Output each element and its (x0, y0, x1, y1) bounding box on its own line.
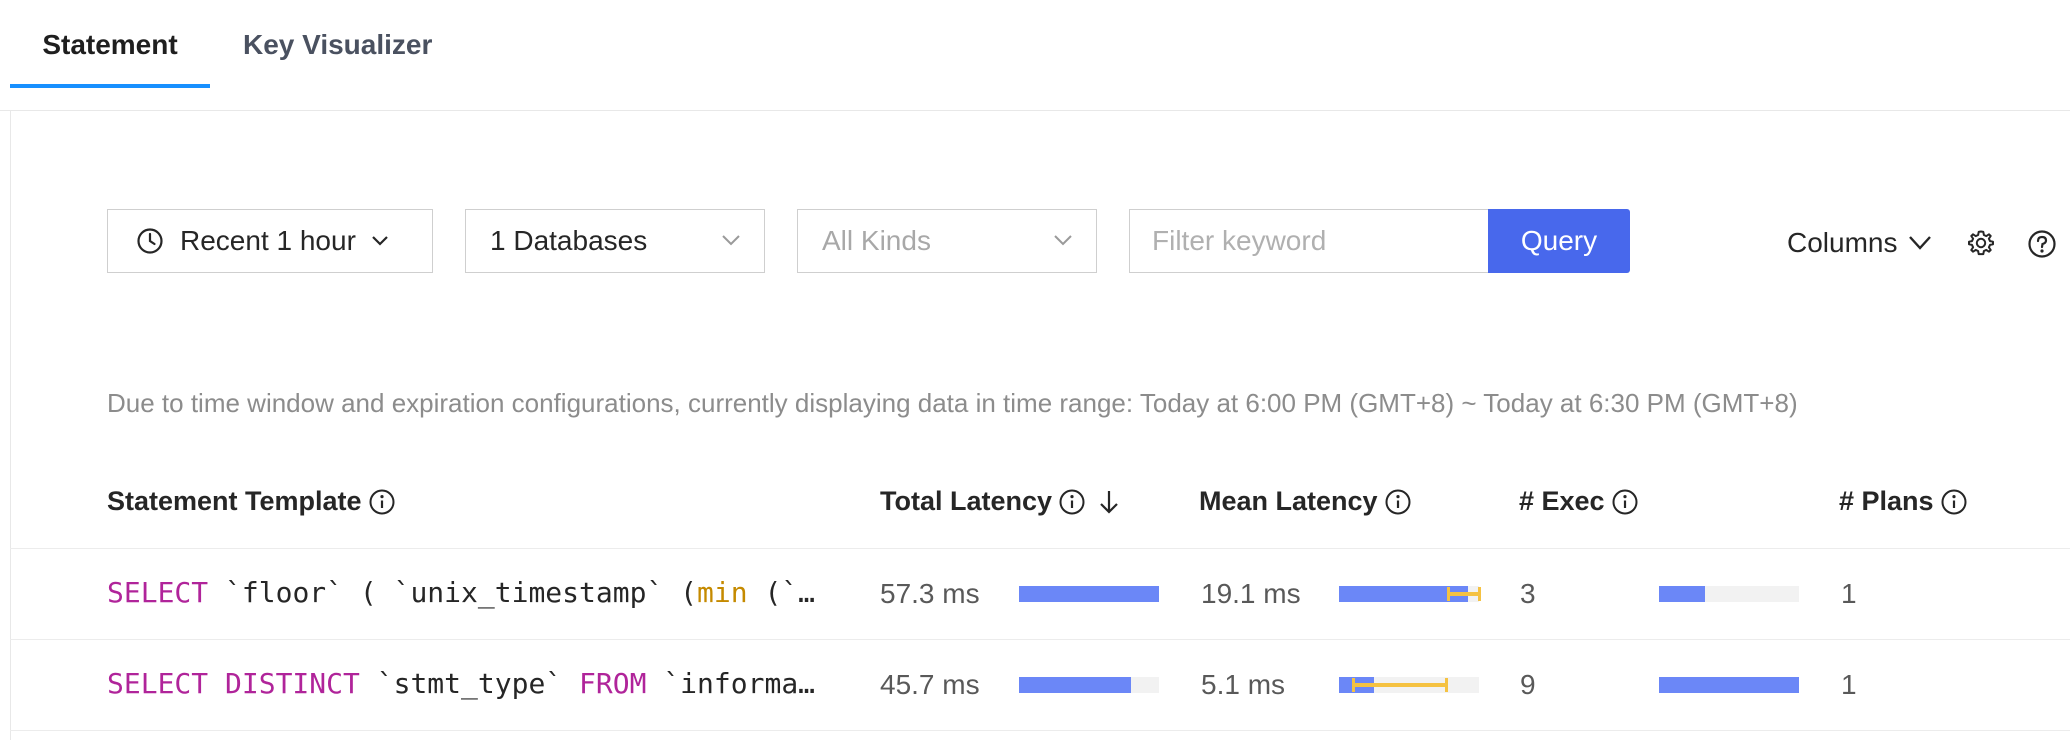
table-row-divider (10, 639, 2070, 640)
exec-count-bar (1659, 677, 1799, 693)
mean-latency-error-range (1448, 592, 1479, 596)
kind-select[interactable]: All Kinds (797, 209, 1097, 273)
exec-count-bar-fill (1659, 586, 1706, 602)
chevron-down-icon (1909, 236, 1932, 250)
exec-count-value: 3 (1520, 578, 1536, 609)
total-latency-value: 57.3 ms (880, 578, 980, 609)
error-cap-low (1446, 587, 1450, 601)
error-cap-low (1351, 678, 1355, 692)
sql-function: min (697, 576, 748, 609)
exec-count-bar-fill (1659, 677, 1799, 693)
sql-text: `informa… (646, 667, 816, 700)
total-latency-bar (1019, 677, 1159, 693)
help-icon[interactable] (2027, 229, 2057, 259)
sql-text: `stmt_type` (359, 667, 580, 700)
gear-icon[interactable] (1967, 229, 1995, 257)
error-cap-high (1477, 587, 1481, 601)
info-icon (1385, 489, 1411, 514)
plans-count-value: 1 (1841, 578, 1857, 609)
mean-latency-error-range (1353, 683, 1447, 687)
panel-border (10, 110, 11, 740)
query-button[interactable]: Query (1488, 209, 1630, 273)
header-label: # Plans (1839, 486, 1934, 516)
tab-bar: Statement Key Visualizer (0, 0, 2070, 88)
sql-keyword: FROM (579, 667, 647, 700)
sort-desc-icon[interactable] (1096, 488, 1122, 516)
total-latency-bar-fill (1019, 677, 1131, 693)
time-range-value: Recent 1 hour (180, 225, 356, 256)
tab-key-visualizer[interactable]: Key Visualizer (243, 0, 432, 88)
error-cap-high (1445, 678, 1449, 692)
header-statement-template[interactable]: Statement Template (107, 486, 396, 517)
plans-count-value: 1 (1841, 669, 1857, 700)
time-range-notice: Due to time window and expiration config… (107, 388, 1798, 418)
chevron-down-icon (372, 236, 388, 246)
sql-text: (`… (747, 576, 816, 609)
header-plans[interactable]: # Plans (1839, 486, 1968, 517)
header-label: Mean Latency (1199, 486, 1378, 516)
header-label: Statement Template (107, 486, 362, 516)
mean-latency-value: 19.1 ms (1201, 578, 1301, 609)
chevron-down-icon (1054, 235, 1072, 246)
sql-text: `floor` ( `unix_timestamp` ( (208, 576, 698, 609)
total-latency-bar (1019, 586, 1159, 602)
total-latency-bar-fill (1019, 586, 1159, 602)
info-icon (1059, 489, 1085, 514)
statement-template-cell[interactable]: SELECT `floor` ( `unix_timestamp` (min (… (107, 576, 837, 609)
filter-keyword-input[interactable] (1129, 209, 1489, 273)
mean-latency-bar (1339, 586, 1481, 602)
sql-keyword: SELECT (107, 576, 209, 609)
info-icon (1941, 489, 1967, 514)
header-mean-latency[interactable]: Mean Latency (1199, 486, 1412, 517)
clock-icon (137, 228, 163, 254)
statement-template-cell[interactable]: SELECT DISTINCT `stmt_type` FROM `inform… (107, 667, 837, 700)
total-latency-value: 45.7 ms (880, 669, 980, 700)
sql-keyword: SELECT DISTINCT (107, 667, 360, 700)
header-exec[interactable]: # Exec (1519, 486, 1639, 517)
tabs-divider (0, 110, 2070, 111)
header-total-latency[interactable]: Total Latency (880, 486, 1122, 517)
columns-button[interactable]: Columns (1787, 218, 1933, 268)
header-label: Total Latency (880, 486, 1053, 516)
table-header-divider (10, 548, 2070, 549)
time-range-picker[interactable]: Recent 1 hour (107, 209, 433, 273)
exec-count-bar (1659, 586, 1799, 602)
tab-statement[interactable]: Statement (10, 0, 210, 88)
chevron-down-icon (722, 235, 740, 246)
header-label: # Exec (1519, 486, 1605, 516)
info-icon (1612, 489, 1638, 514)
info-icon (369, 489, 395, 514)
exec-count-value: 9 (1520, 669, 1536, 700)
mean-latency-value: 5.1 ms (1201, 669, 1286, 700)
columns-label: Columns (1787, 227, 1898, 258)
table-row-divider (10, 730, 2070, 731)
kind-select-placeholder: All Kinds (822, 225, 931, 256)
mean-latency-bar (1339, 677, 1479, 693)
database-select-value: 1 Databases (490, 225, 648, 256)
database-select[interactable]: 1 Databases (465, 209, 765, 273)
